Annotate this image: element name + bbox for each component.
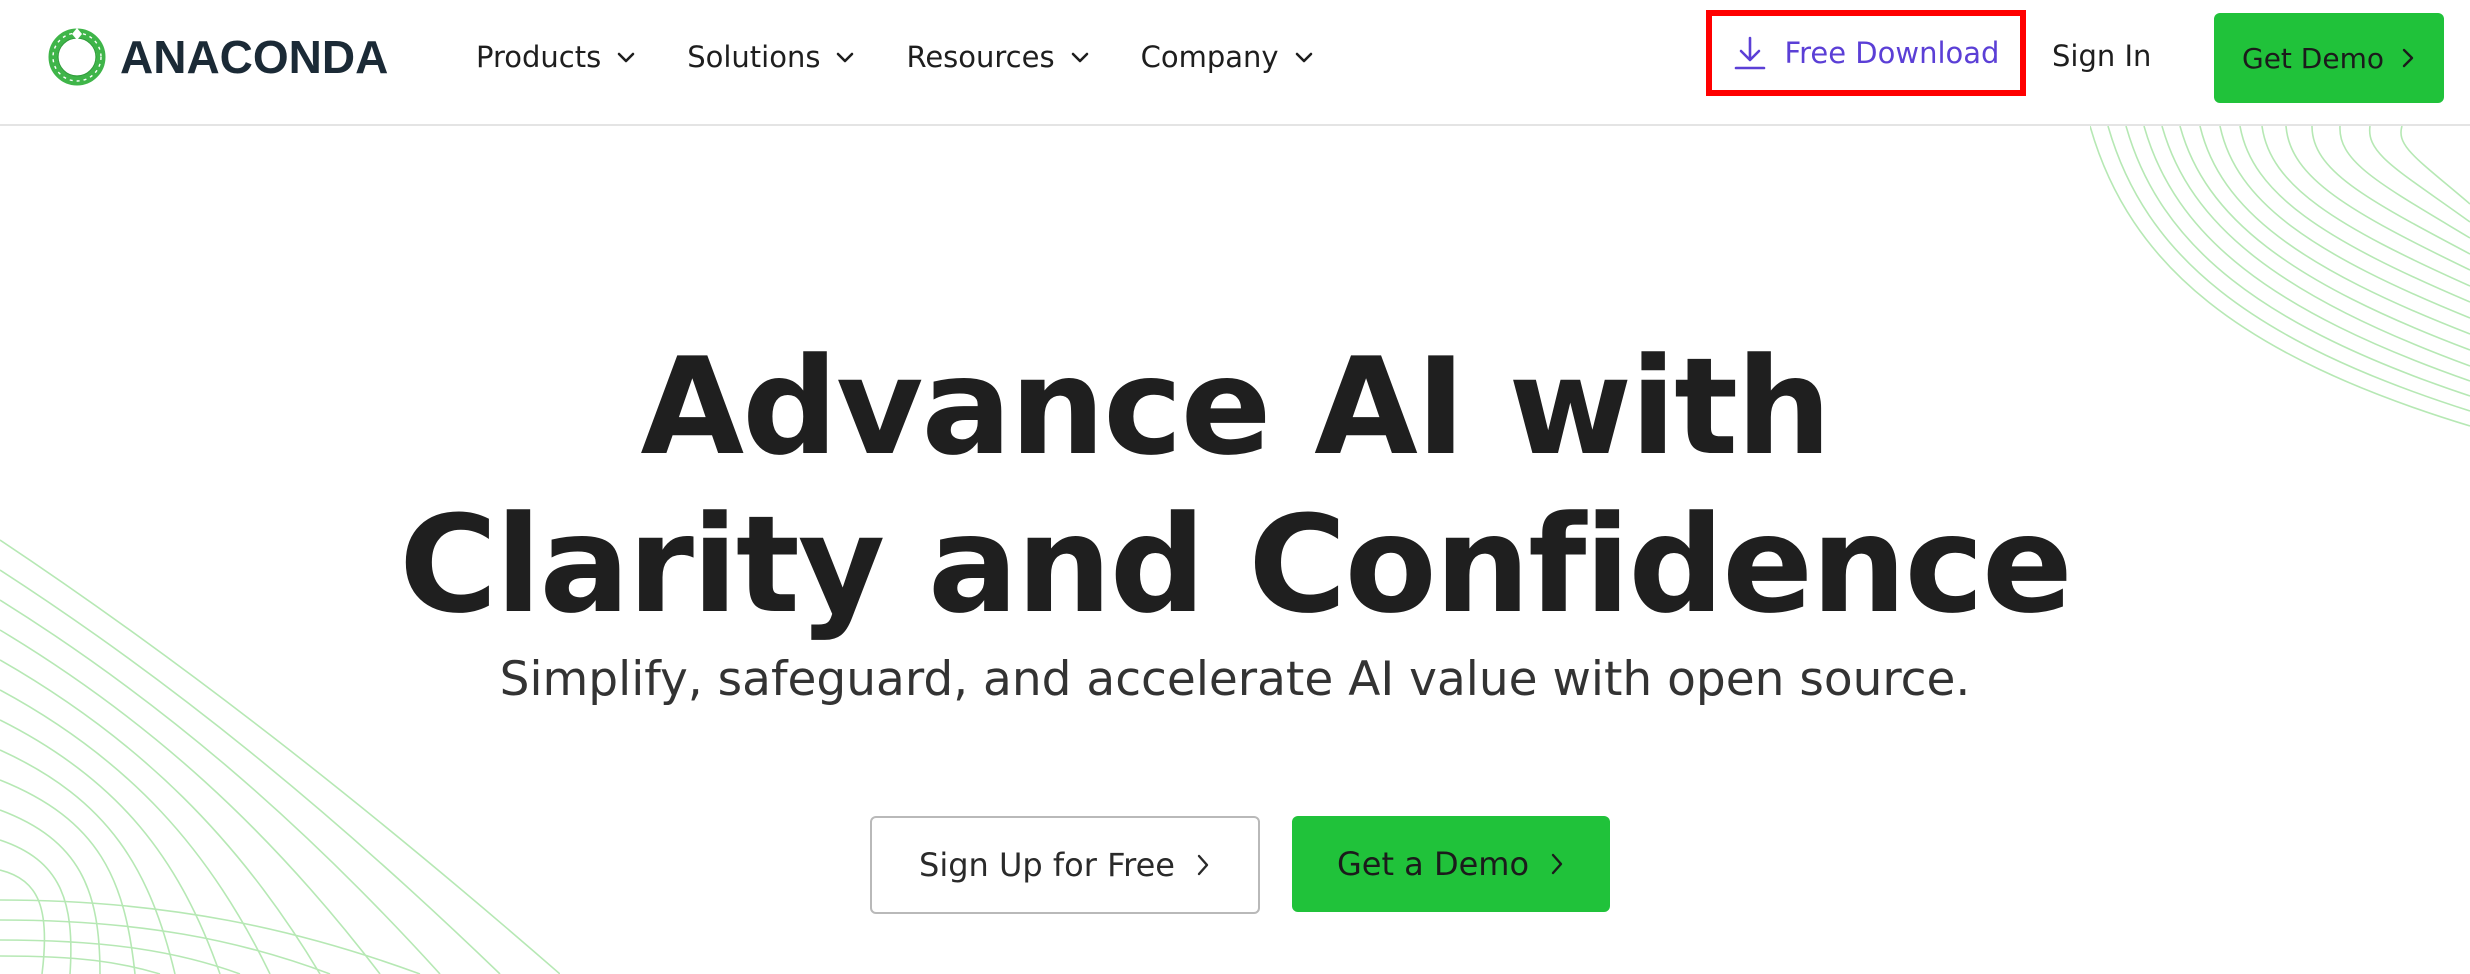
free-download-label: Free Download [1784,36,2000,70]
sign-in-link[interactable]: Sign In [2052,26,2151,86]
site-header: ANACONDA Products Solutions Resources Co… [0,0,2470,126]
chevron-down-icon [837,52,854,63]
main-nav: Products Solutions Resources Company [476,26,1365,88]
chevron-right-icon [2402,48,2414,68]
nav-products[interactable]: Products [476,40,637,74]
chevron-right-icon [1551,853,1563,875]
chevron-down-icon [617,52,635,63]
anaconda-logo[interactable]: ANACONDA [46,26,388,88]
sign-up-for-free-button[interactable]: Sign Up for Free [870,816,1260,914]
hero-title: Advance AI with Clarity and Confidence [0,328,2470,644]
chevron-down-icon [1295,52,1312,63]
sign-up-label: Sign Up for Free [919,846,1175,884]
hero-title-line-1: Advance AI with [640,329,1831,485]
hero-title-line-2: Clarity and Confidence [399,487,2073,643]
get-a-demo-label: Get a Demo [1336,845,1530,883]
get-demo-label: Get Demo [2242,41,2384,75]
nav-solutions-label: Solutions [687,40,821,74]
nav-solutions[interactable]: Solutions [687,40,856,74]
nav-company[interactable]: Company [1141,40,1315,74]
nav-resources-label: Resources [906,40,1055,74]
nav-products-label: Products [476,40,602,74]
chevron-right-icon [1197,854,1209,876]
anaconda-ring-logo [48,28,106,86]
hero-subtitle: Simplify, safeguard, and accelerate AI v… [499,652,1971,707]
free-download-link[interactable]: Free Download [1706,10,2026,96]
chevron-down-icon [1071,52,1088,63]
get-a-demo-button[interactable]: Get a Demo [1292,816,1610,912]
download-icon [1734,36,1765,70]
sign-in-label: Sign In [2052,39,2152,73]
get-demo-button[interactable]: Get Demo [2214,13,2444,103]
nav-company-label: Company [1140,40,1279,74]
logo-wordmark: ANACONDA [120,31,389,83]
nav-resources[interactable]: Resources [906,40,1090,74]
